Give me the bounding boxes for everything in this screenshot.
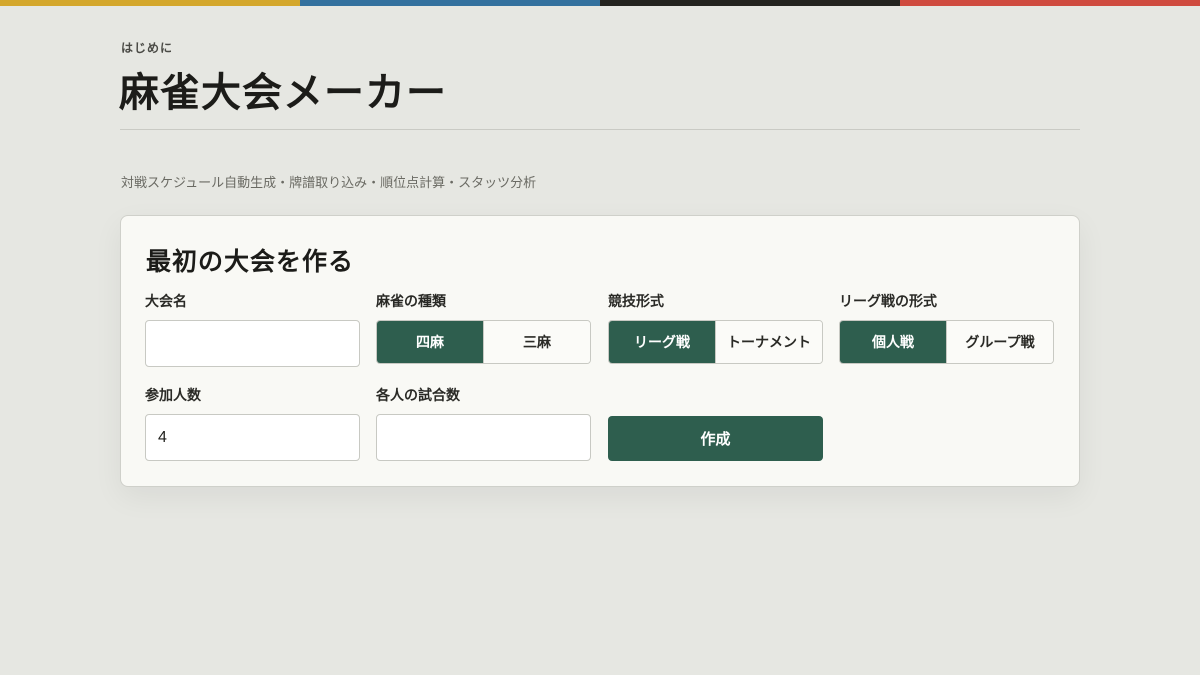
color-bar-yellow [0,0,300,6]
color-bar-blue [300,0,600,6]
header-divider [120,129,1080,130]
competition-format-toggle: リーグ戦 トーナメント [608,320,823,364]
eyebrow-text: はじめに [121,41,174,55]
create-button[interactable]: 作成 [608,416,823,461]
participants-label: 参加人数 [145,388,201,404]
page-title: 麻雀大会メーカー [119,69,447,116]
page-subtitle: 対戦スケジュール自動生成・牌譜取り込み・順位点計算・スタッツ分析 [121,176,537,191]
games-per-person-label: 各人の試合数 [376,388,460,404]
top-color-bar [0,0,1200,6]
card-title: 最初の大会を作る [146,247,355,276]
games-per-person-input[interactable] [376,414,591,461]
mahjong-type-label: 麻雀の種類 [376,294,446,310]
mahjong-type-toggle: 四麻 三麻 [376,320,591,364]
participants-input[interactable] [145,414,360,461]
mahjong-type-option-3p[interactable]: 三麻 [483,321,590,363]
league-format-option-group[interactable]: グループ戦 [946,321,1053,363]
competition-format-option-league[interactable]: リーグ戦 [609,321,715,363]
create-tournament-card: 最初の大会を作る 大会名 麻雀の種類 競技形式 リーグ戦の形式 四麻 三麻 リー… [120,215,1080,487]
color-bar-red [900,0,1200,6]
league-format-toggle: 個人戦 グループ戦 [839,320,1054,364]
competition-format-label: 競技形式 [608,294,664,310]
league-format-option-individual[interactable]: 個人戦 [840,321,946,363]
mahjong-type-option-4p[interactable]: 四麻 [377,321,483,363]
league-format-label: リーグ戦の形式 [839,294,937,310]
color-bar-black [600,0,900,6]
competition-format-option-tournament[interactable]: トーナメント [715,321,822,363]
tournament-name-label: 大会名 [145,294,187,310]
tournament-name-input[interactable] [145,320,360,367]
